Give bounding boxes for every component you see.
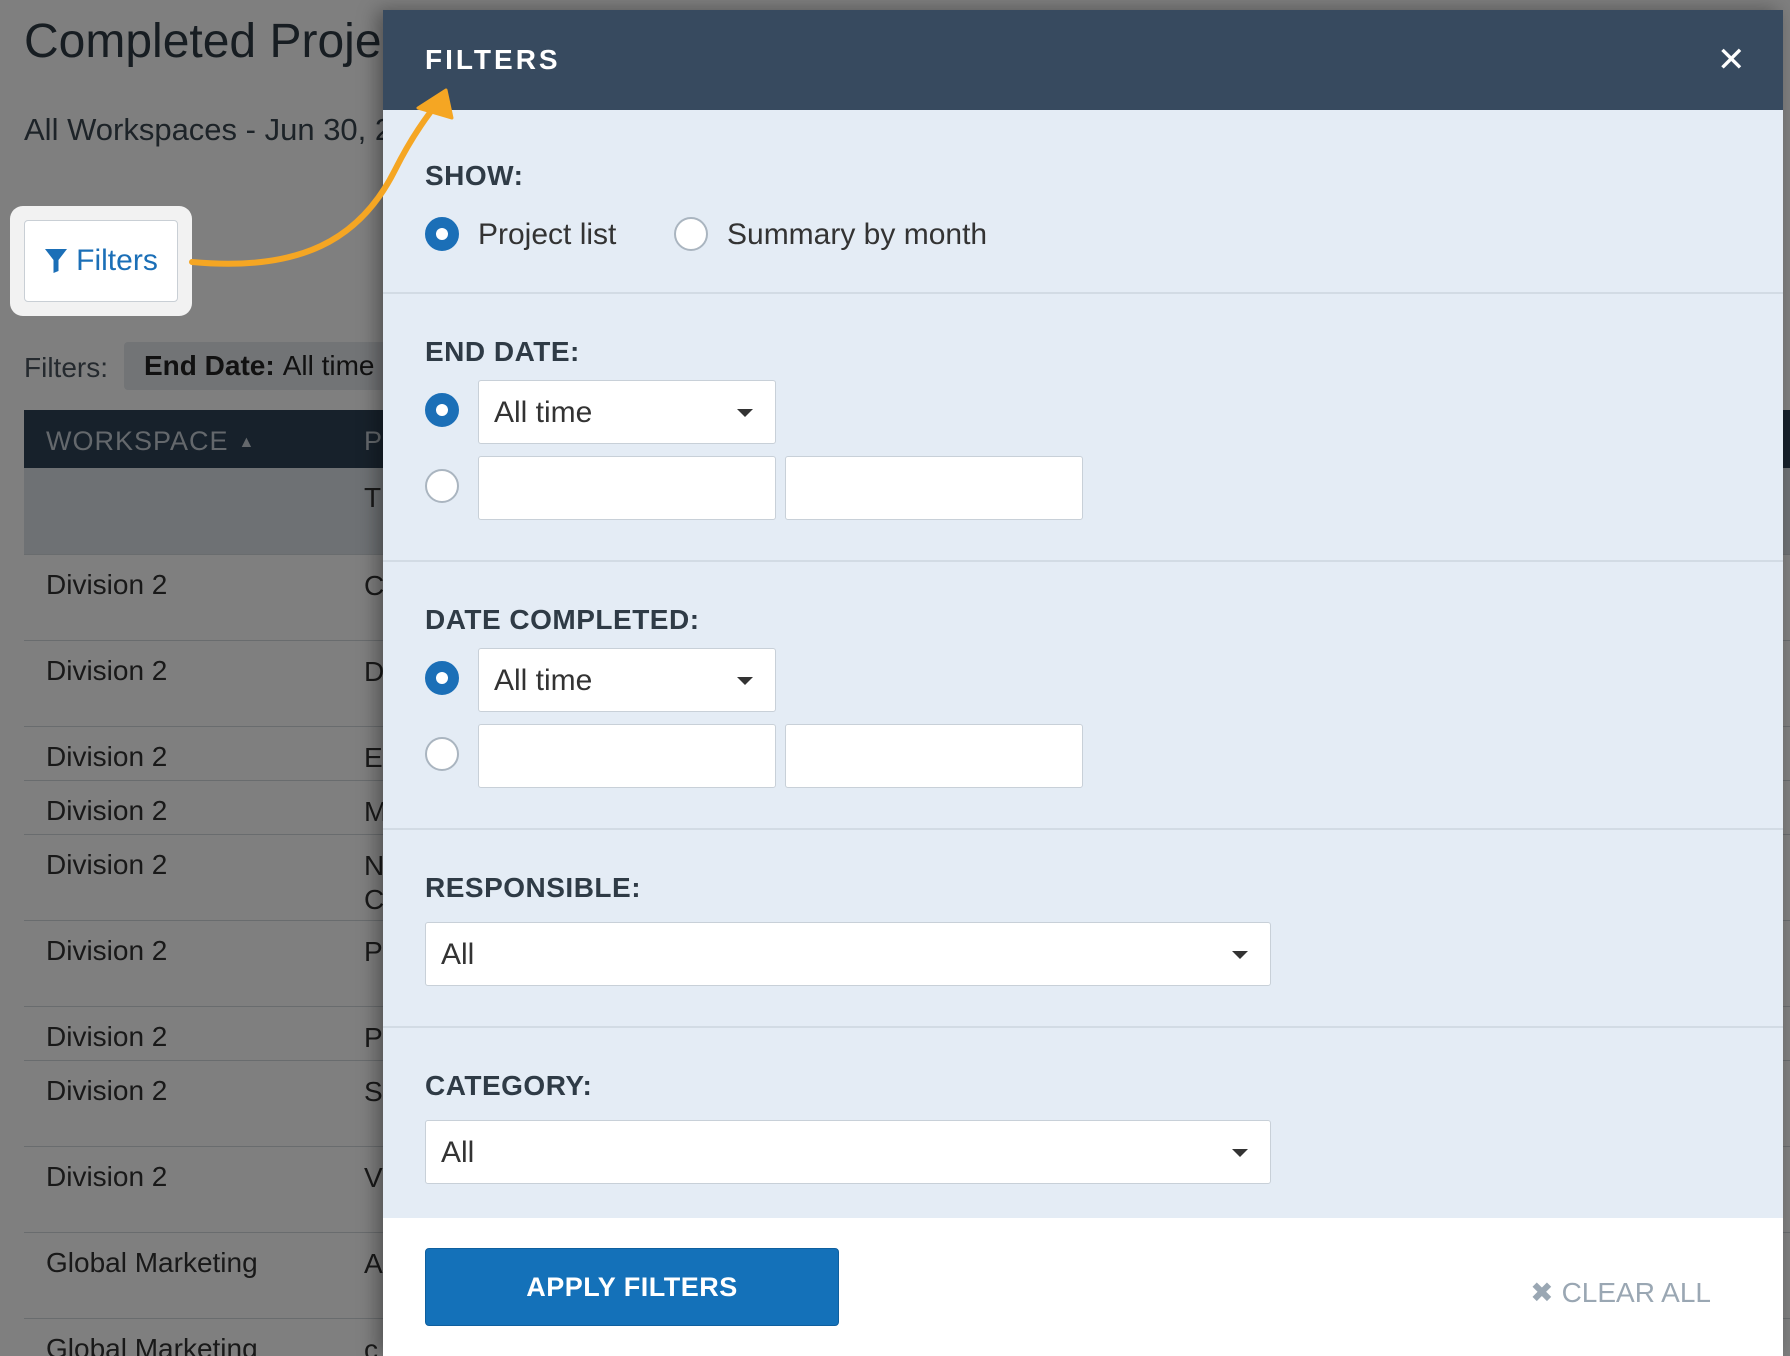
panel-title: FILTERS — [425, 44, 561, 75]
select-value: All — [441, 938, 475, 971]
date-completed-label: DATE COMPLETED: — [425, 604, 700, 635]
caret-down-icon — [1232, 951, 1248, 959]
funnel-icon — [45, 249, 68, 273]
date-completed-section: DATE COMPLETED: All time — [383, 562, 1783, 830]
filters-panel: FILTERS ✕ SHOW: Project list Summary by … — [383, 10, 1783, 1356]
end-date-end-input[interactable] — [785, 456, 1083, 520]
caret-down-icon — [737, 409, 753, 417]
show-section: SHOW: Project list Summary by month — [383, 110, 1783, 294]
radio-summary-by-month-label[interactable]: Summary by month — [727, 218, 987, 252]
end-date-preset-select[interactable]: All time — [478, 380, 776, 444]
responsible-select[interactable]: All — [425, 922, 1271, 986]
radio-project-list[interactable] — [425, 217, 459, 251]
filters-button[interactable]: Filters — [24, 220, 178, 302]
select-value: All — [441, 1136, 475, 1169]
category-select[interactable]: All — [425, 1120, 1271, 1184]
select-value: All time — [494, 664, 593, 697]
apply-filters-button[interactable]: APPLY FILTERS — [425, 1248, 839, 1326]
end-date-radio-range[interactable] — [425, 469, 459, 503]
category-label: CATEGORY: — [425, 1070, 593, 1101]
caret-down-icon — [1232, 1149, 1248, 1157]
show-label: SHOW: — [425, 160, 524, 191]
close-icon[interactable]: ✕ — [1717, 43, 1746, 77]
clear-all-button[interactable]: ✖ CLEAR ALL — [1530, 1276, 1711, 1309]
date-completed-preset-select[interactable]: All time — [478, 648, 776, 712]
date-completed-start-input[interactable] — [478, 724, 776, 788]
responsible-section: RESPONSIBLE: All — [383, 830, 1783, 1028]
select-value: All time — [494, 396, 593, 429]
caret-down-icon — [737, 677, 753, 685]
clear-x-icon: ✖ — [1530, 1277, 1554, 1308]
radio-summary-by-month[interactable] — [674, 217, 708, 251]
date-completed-end-input[interactable] — [785, 724, 1083, 788]
panel-header: FILTERS ✕ — [383, 10, 1783, 110]
radio-project-list-label[interactable]: Project list — [478, 218, 616, 252]
date-completed-radio-preset[interactable] — [425, 661, 459, 695]
end-date-label: END DATE: — [425, 336, 580, 367]
end-date-start-input[interactable] — [478, 456, 776, 520]
end-date-section: END DATE: All time — [383, 294, 1783, 562]
responsible-label: RESPONSIBLE: — [425, 872, 642, 903]
filters-button-label: Filters — [76, 244, 158, 277]
date-completed-radio-range[interactable] — [425, 737, 459, 771]
panel-footer: APPLY FILTERS ✖ CLEAR ALL — [383, 1218, 1783, 1356]
clear-all-label: CLEAR ALL — [1561, 1276, 1711, 1308]
end-date-radio-preset[interactable] — [425, 393, 459, 427]
category-section: CATEGORY: All — [383, 1028, 1783, 1218]
